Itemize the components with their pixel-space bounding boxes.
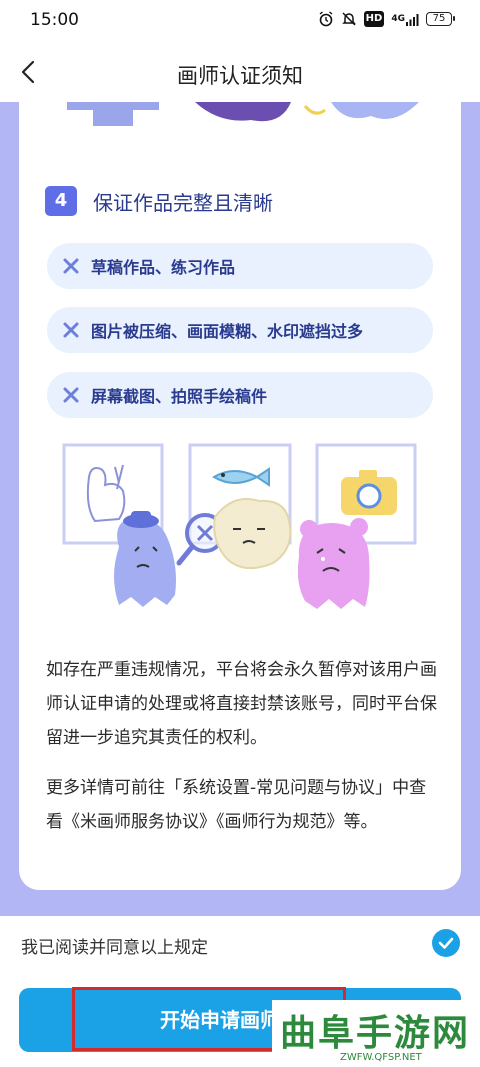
section-title: 保证作品完整且清晰 — [93, 190, 273, 215]
section-header: 4 保证作品完整且清晰 — [45, 186, 273, 216]
cross-icon — [63, 387, 79, 403]
alarm-icon — [319, 11, 333, 27]
signal-4g-icon: 4G — [391, 11, 419, 27]
watermark-url: ZWFW.QFSP.NET — [340, 1052, 422, 1063]
rule-text: 屏幕截图、拍照手绘稿件 — [91, 387, 268, 406]
status-bar: 15:00 HD 4G 75 — [0, 0, 480, 42]
notice-card: 4 保证作品完整且清晰 草稿作品、练习作品 图片被压缩、画面模糊、水印遮挡过多 … — [19, 102, 461, 890]
nav-bar: 画师认证须知 — [0, 42, 480, 102]
watermark-text: 曲阜手游网 — [280, 1012, 471, 1054]
notice-paragraph-violation: 如存在严重违规情况，平台将会永久暂停对该用户画师认证申请的处理或将直接封禁该账号… — [46, 660, 437, 748]
status-icons: HD 4G 75 — [318, 11, 455, 27]
agreement-label: 我已阅读并同意以上规定 — [21, 938, 208, 958]
top-illustration-fragment — [67, 102, 419, 126]
status-time: 15:00 — [30, 10, 79, 30]
signal-bars-icon — [406, 14, 419, 26]
page-title: 画师认证须知 — [177, 64, 303, 88]
rule-text: 图片被压缩、画面模糊、水印遮挡过多 — [91, 322, 364, 341]
rule-text: 草稿作品、练习作品 — [91, 258, 236, 277]
battery-icon: 75 — [426, 12, 455, 26]
hd-icon: HD — [363, 11, 385, 27]
cross-icon — [63, 258, 79, 274]
notice-paragraph-details: 更多详情可前往「系统设置-常见问题与协议」中查看《米画师服务协议》《画师行为规范… — [46, 778, 427, 832]
rule-item: 图片被压缩、画面模糊、水印遮挡过多 — [47, 307, 433, 353]
cross-icon — [63, 322, 79, 338]
checkmark-icon — [438, 937, 454, 949]
rule-item: 草稿作品、练习作品 — [47, 243, 433, 289]
mute-icon — [341, 12, 356, 26]
agreement-row[interactable]: 我已阅读并同意以上规定 — [0, 916, 480, 972]
section-number-badge: 4 — [45, 186, 77, 216]
watermark: 曲阜手游网 ZWFW.QFSP.NET — [272, 1000, 480, 1067]
agreement-checkbox[interactable] — [432, 929, 460, 957]
rule-item: 屏幕截图、拍照手绘稿件 — [47, 372, 433, 418]
network-label: 4G — [391, 14, 405, 24]
battery-level: 75 — [432, 13, 446, 24]
rules-illustration — [62, 443, 417, 609]
